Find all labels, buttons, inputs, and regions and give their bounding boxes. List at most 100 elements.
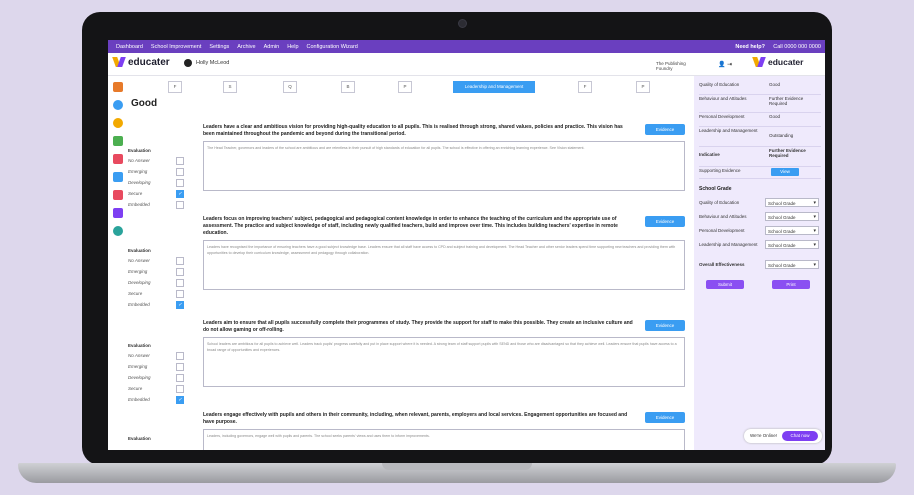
checkbox-embedded[interactable] [176,300,184,311]
evidence-textarea[interactable]: The Head Teacher, governors and leaders … [203,141,685,191]
school-grade-row: Personal Development School Grade [699,226,821,237]
checkbox-emerging[interactable] [176,268,184,276]
print-button[interactable]: Print [772,280,810,289]
checkbox-no-answer[interactable] [176,352,184,360]
evidence-textarea[interactable]: Leaders have recognised the importance o… [203,240,685,290]
page-title: Good [131,98,158,109]
chat-widget[interactable]: We're Online! Chat now [744,429,822,443]
option-label: Embedded [128,202,150,207]
criteria-statement: Leaders focus on improving teachers' sub… [203,216,618,236]
checkbox-secure[interactable] [176,189,184,200]
user-logout-icons[interactable]: 👤 ⇥ [718,61,732,68]
option-label: No Answer [128,158,150,163]
summary-label: Supporting Evidence [699,168,741,173]
nav-dashboard[interactable]: Dashboard [116,44,143,50]
evidence-button[interactable]: Evidence [645,320,685,331]
chat-now-button[interactable]: Chat now [782,431,818,441]
checkbox-no-answer[interactable] [176,157,184,165]
school-grade-select[interactable]: School Grade [765,198,819,208]
checkbox-no-answer[interactable] [176,257,184,265]
evaluation-title: Evaluation [128,343,151,348]
evidence-textarea[interactable]: School leaders are ambitious for all pup… [203,337,685,387]
summary-label: Indicative [699,152,720,157]
evaluation-title: Evaluation [128,436,151,441]
school-grade-select[interactable]: School Grade [765,226,819,236]
summary-value: Good [769,82,781,87]
tab-f[interactable]: F [168,81,182,93]
sidebar-clipboard-icon[interactable] [113,82,123,92]
educater-logo-icon [754,56,766,68]
school-grade-title: School Grade [699,186,732,192]
nav-configuration-wizard[interactable]: Configuration Wizard [307,44,358,50]
school-grade-row: Overall Effectiveness School Grade [699,260,821,271]
chat-status: We're Online! [750,433,778,438]
sidebar-globe-icon[interactable] [113,226,123,236]
view-button[interactable]: View [771,168,799,176]
checkbox-emerging[interactable] [176,363,184,371]
school-grade-row: Quality of Education School Grade [699,198,821,209]
school-grade-select[interactable]: School Grade [765,240,819,250]
school-grade-label: Leadership and Management [699,242,758,247]
school-grade-select[interactable]: School Grade [765,260,819,270]
summary-row-quality: Quality of Education Good [699,80,821,95]
submit-button[interactable]: Submit [706,280,744,289]
educater-logo[interactable]: educater [114,56,170,68]
checkbox-secure[interactable] [176,385,184,393]
option-label: Secure [128,291,143,296]
school-name: The Publishing Foundry [656,61,686,71]
checkbox-secure[interactable] [176,290,184,298]
tab-p[interactable]: P [398,81,412,93]
option-label: Embedded [128,302,150,307]
checkbox-emerging[interactable] [176,168,184,176]
sidebar-people-icon[interactable] [113,172,123,182]
evidence-button[interactable]: Evidence [645,216,685,227]
checkbox-embedded[interactable] [176,395,184,406]
sidebar-chart-icon[interactable] [113,136,123,146]
tab-p2[interactable]: P [636,81,650,93]
evidence-textarea[interactable]: Leaders, including governors, engage wel… [203,429,685,450]
tab-f2[interactable]: F [578,81,592,93]
nav-admin[interactable]: Admin [264,44,280,50]
nav-archive[interactable]: Archive [237,44,255,50]
summary-value: Further Evidence Required [769,96,804,106]
nav-settings[interactable]: Settings [209,44,229,50]
summary-label: Personal Development [699,114,745,119]
webcam-icon [458,19,467,28]
sidebar-hand-icon[interactable] [113,100,123,110]
sidebar-badge-icon[interactable] [113,118,123,128]
summary-row-indicative: Indicative Further Evidence Required [699,146,821,167]
option-label: Developing [128,375,151,380]
evidence-button[interactable]: Evidence [645,412,685,423]
checkbox-developing[interactable] [176,279,184,287]
evaluation-title: Evaluation [128,148,151,153]
criteria-statement: Leaders have a clear and ambitious visio… [203,124,623,137]
tab-b[interactable]: B [341,81,355,93]
summary-value: Good [769,114,781,119]
checkbox-developing[interactable] [176,179,184,187]
nav-school-improvement[interactable]: School Improvement [151,44,201,50]
help-link[interactable]: Need help? [735,44,765,50]
evaluation-title: Evaluation [128,248,151,253]
school-grade-select[interactable]: School Grade [765,212,819,222]
nav-help[interactable]: Help [287,44,298,50]
checkbox-developing[interactable] [176,374,184,382]
tab-leadership-and-management[interactable]: Leadership and Management [453,81,535,93]
app-header: educater Holly McLeod The Publishing Fou… [108,53,694,76]
sidebar-laptop-icon[interactable] [113,208,123,218]
tab-s[interactable]: S [223,81,237,93]
checkbox-embedded[interactable] [176,201,184,209]
app-screen: Dashboard School Improvement Settings Ar… [108,40,825,450]
option-label: Secure [128,191,143,196]
criteria-statement: Leaders aim to ensure that all pupils su… [203,320,633,333]
evidence-button[interactable]: Evidence [645,124,685,135]
sidebar-book-icon[interactable] [113,190,123,200]
option-label: Emerging [128,169,148,174]
summary-value: Further Evidence Required [769,148,806,158]
option-label: Secure [128,386,143,391]
sidebar-heart-icon[interactable] [113,154,123,164]
option-label: Emerging [128,269,148,274]
option-label: Developing [128,180,151,185]
tab-q[interactable]: Q [283,81,297,93]
avatar [184,59,192,67]
top-nav: Dashboard School Improvement Settings Ar… [108,40,825,53]
